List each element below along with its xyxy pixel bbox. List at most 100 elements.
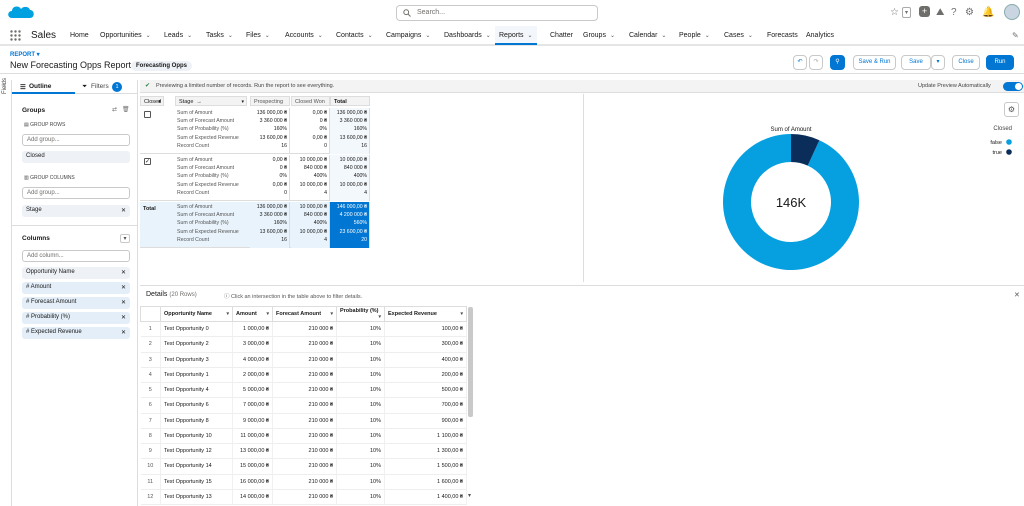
table-cell[interactable]: Test Opportunity 14 [160, 458, 233, 475]
nav-item-groups[interactable]: Groups ⌄ [579, 26, 619, 45]
table-cell[interactable]: Test Opportunity 0 [160, 321, 233, 338]
delete-groups-trash-icon[interactable]: 🗑 [122, 106, 130, 113]
matrix-cell[interactable]: 136 000,00 ₴ 3 360 000 ₴ 160% 13 600,00 ₴ 16 [250, 202, 290, 248]
chevron-down-icon[interactable]: ⌄ [187, 33, 192, 39]
nav-item-people[interactable]: People ⌄ [675, 26, 714, 45]
nav-item-tasks[interactable]: Tasks ⌄ [202, 26, 237, 45]
redo-icon[interactable]: ↷ [809, 55, 823, 70]
nav-item-chatter[interactable]: Chatter [546, 26, 577, 45]
remove-column-close-icon[interactable]: ✕ [121, 329, 126, 336]
chevron-down-icon[interactable]: ⌄ [425, 33, 430, 39]
remove-column-close-icon[interactable]: ✕ [121, 299, 126, 306]
tab-outline[interactable]: ☰ Outline [12, 80, 75, 94]
add-group-columns-input[interactable]: Add group... [22, 187, 130, 199]
add-column-input[interactable]: Add column... [22, 250, 130, 262]
nav-item-campaigns[interactable]: Campaigns ⌄ [382, 26, 434, 45]
chevron-down-icon[interactable]: ⌄ [146, 33, 151, 39]
table-cell[interactable]: Test Opportunity 12 [160, 443, 233, 460]
matrix-cell[interactable]: 136 000,00 ₴ 3 360 000 ₴ 160% 13 600,00 ₴ 16 [250, 108, 290, 154]
nav-item-analytics[interactable]: Analytics [802, 26, 838, 45]
fields-label[interactable]: Fields [2, 78, 8, 94]
matrix-col-header[interactable]: Stage → ▾ [175, 96, 247, 106]
fields-rail[interactable]: › [0, 80, 12, 506]
help-icon[interactable]: ? [951, 8, 957, 18]
close-button[interactable]: Close [952, 55, 980, 70]
edit-nav-pencil-icon[interactable]: ✎ [1012, 31, 1019, 40]
scroll-down-arrow-icon[interactable]: ▾ [468, 492, 471, 499]
table-cell[interactable]: Test Opportunity 6 [160, 397, 233, 414]
chevron-down-icon[interactable]: ⌄ [368, 33, 373, 39]
details-column-header[interactable]: Expected Revenue ▾ [384, 306, 467, 322]
matrix-cell[interactable]: 146 000,00 ₴ 4 200 000 ₴ 560% 23 600,00 ₴ 20 [330, 202, 370, 248]
matrix-cell[interactable]: 0,00 ₴ 0 ₴ 0% 0,00 ₴ 0 [291, 108, 330, 154]
remove-column-close-icon[interactable]: ✕ [121, 284, 126, 291]
report-title[interactable]: New Forecasting Opps Report ✎ [10, 60, 139, 70]
salesforce-logo[interactable] [6, 3, 36, 23]
favorites-dropdown-icon[interactable]: ▾ [902, 7, 911, 18]
app-launcher-icon[interactable] [10, 30, 21, 41]
global-actions-plus-icon[interactable]: + [919, 6, 930, 17]
nav-item-home[interactable]: Home [66, 26, 93, 45]
filter-funnel-icon[interactable]: ⚲ [830, 55, 845, 70]
nav-item-reports[interactable]: Reports ⌄ [495, 26, 537, 45]
chevron-down-icon[interactable]: ⌄ [528, 33, 533, 39]
matrix-cell[interactable]: 0,00 ₴ 0 ₴ 0% 0,00 ₴ 0 [250, 155, 290, 201]
add-group-rows-input[interactable]: Add group... [22, 134, 130, 146]
nav-item-accounts[interactable]: Accounts ⌄ [281, 26, 327, 45]
save-button[interactable]: Save [901, 55, 931, 70]
chevron-down-icon[interactable]: ⌄ [265, 33, 270, 39]
details-scrollbar[interactable] [468, 307, 473, 417]
chevron-down-icon[interactable]: ⌄ [610, 33, 615, 39]
nav-item-forecasts[interactable]: Forecasts [763, 26, 802, 45]
chevron-down-icon[interactable]: ⌄ [748, 33, 753, 39]
column-chip[interactable]: Opportunity Name ✕ [22, 267, 130, 279]
remove-column-close-icon[interactable]: ✕ [121, 314, 126, 321]
nav-item-cases[interactable]: Cases ⌄ [720, 26, 757, 45]
matrix-cell[interactable]: 10 000,00 ₴ 840 000 ₴ 400% 10 000,00 ₴ 4 [330, 155, 370, 201]
column-chip[interactable]: # Probability (%) ✕ [22, 312, 130, 324]
details-column-header[interactable]: Amount ▾ [232, 306, 273, 322]
matrix-col-header-menu-icon[interactable]: ▾ [241, 97, 244, 107]
notifications-bell-icon[interactable]: 🔔 [982, 8, 994, 18]
details-column-header[interactable]: Probability (%) ▾ [336, 306, 385, 322]
column-menu-chevron-icon[interactable]: ▾ [460, 311, 463, 317]
details-column-header[interactable]: Opportunity Name ▾ [160, 306, 233, 322]
table-cell[interactable]: Test Opportunity 3 [160, 352, 233, 368]
closed-true-checkbox[interactable]: ✓ [144, 158, 151, 165]
details-column-header[interactable]: Forecast Amount ▾ [272, 306, 337, 322]
table-cell[interactable]: Test Opportunity 4 [160, 382, 233, 399]
chevron-down-icon[interactable]: ⌄ [486, 33, 491, 39]
nav-item-leads[interactable]: Leads ⌄ [160, 26, 196, 45]
undo-icon[interactable]: ↶ [793, 55, 807, 70]
chevron-down-icon[interactable]: ⌄ [705, 33, 710, 39]
nav-item-calendar[interactable]: Calendar ⌄ [625, 26, 670, 45]
swap-groups-icon[interactable]: ⇄ [112, 106, 117, 113]
chevron-down-icon[interactable]: ⌄ [228, 33, 233, 39]
matrix-row-header-menu-icon[interactable]: ▾ [158, 97, 161, 107]
nav-item-dashboards[interactable]: Dashboards ⌄ [440, 26, 495, 45]
table-cell[interactable]: Test Opportunity 2 [160, 336, 233, 353]
matrix-row-header[interactable]: Closed ▾ [140, 96, 164, 106]
column-menu-chevron-icon[interactable]: ▾ [266, 311, 269, 317]
setup-gear-icon[interactable]: ⚙ [965, 8, 974, 18]
table-cell[interactable]: Test Opportunity 8 [160, 413, 233, 429]
trailhead-icon[interactable]: ⛰ [936, 8, 944, 18]
global-search-input[interactable]: Search... [396, 5, 598, 21]
nav-item-files[interactable]: Files ⌄ [242, 26, 274, 45]
save-and-run-button[interactable]: Save & Run [853, 55, 896, 70]
table-cell[interactable]: Test Opportunity 10 [160, 428, 233, 445]
column-chip[interactable]: # Expected Revenue ✕ [22, 327, 130, 339]
columns-menu-chevron-icon[interactable]: ▾ [120, 234, 130, 243]
favorites-star-icon[interactable]: ☆ [890, 8, 899, 18]
group-column-chip[interactable]: Stage ✕ [22, 205, 130, 217]
column-menu-chevron-icon[interactable]: ▾ [378, 314, 381, 320]
table-cell[interactable]: Test Opportunity 1 [160, 367, 233, 384]
remove-column-close-icon[interactable]: ✕ [121, 269, 126, 276]
report-type-label[interactable]: REPORT ▾ [10, 51, 40, 58]
nav-item-contacts[interactable]: Contacts ⌄ [332, 26, 377, 45]
remove-group-column-close-icon[interactable]: ✕ [121, 207, 126, 214]
run-button[interactable]: Run [986, 55, 1014, 70]
nav-item-opportunities[interactable]: Opportunities ⌄ [96, 26, 155, 45]
column-menu-chevron-icon[interactable]: ▾ [226, 311, 229, 317]
column-chip[interactable]: # Amount ✕ [22, 282, 130, 294]
